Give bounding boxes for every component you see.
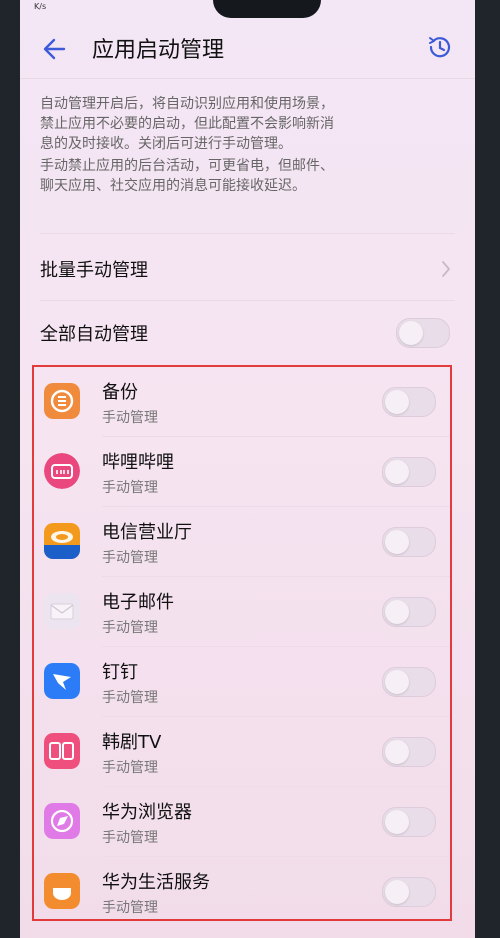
app-name: 华为浏览器 [102, 802, 192, 823]
app-row-huawei-browser: 华为浏览器 手动管理 [34, 787, 450, 857]
chevron-right-icon [442, 261, 450, 277]
app-status: 手动管理 [102, 550, 158, 566]
toggle-knob [385, 740, 409, 764]
divider [40, 233, 455, 234]
toggle-knob [385, 810, 409, 834]
huawei-browser-icon [44, 803, 80, 839]
back-button[interactable] [38, 34, 72, 64]
email-icon [44, 593, 80, 629]
app-status: 手动管理 [102, 620, 158, 636]
toggle-knob [385, 600, 409, 624]
toggle-knob [385, 460, 409, 484]
app-status: 手动管理 [102, 480, 158, 496]
app-row-telecom: 电信营业厅 手动管理 [34, 507, 450, 577]
app-name: 电子邮件 [102, 592, 174, 613]
app-row-hanjutv: 韩剧TV 手动管理 [34, 717, 450, 787]
page-title: 应用启动管理 [92, 38, 225, 63]
app-toggle-huawei-browser[interactable] [382, 807, 436, 837]
toggle-knob [385, 530, 409, 554]
app-row-bilibili: 哔哩哔哩 手动管理 [34, 437, 450, 507]
app-name: 电信营业厅 [102, 522, 192, 543]
huawei-life-icon [44, 873, 80, 909]
app-status: 手动管理 [102, 410, 158, 426]
app-toggle-backup[interactable] [382, 387, 436, 417]
app-toggle-huawei-life[interactable] [382, 877, 436, 907]
auto-manage-all-label: 全部自动管理 [40, 324, 148, 345]
history-clock-icon [429, 37, 451, 58]
screen: K/s 应用启动管理 自动管理开启后，将自动识别应用和使用场景， 禁止应用不必要… [20, 0, 475, 938]
phone-frame: K/s 应用启动管理 自动管理开启后，将自动识别应用和使用场景， 禁止应用不必要… [0, 0, 500, 938]
app-toggle-hanjutv[interactable] [382, 737, 436, 767]
dingtalk-icon [44, 663, 80, 699]
app-toggle-dingtalk[interactable] [382, 667, 436, 697]
toggle-knob [385, 880, 409, 904]
app-status: 手动管理 [102, 690, 158, 706]
telecom-icon [44, 523, 80, 559]
app-toggle-bilibili[interactable] [382, 457, 436, 487]
app-row-huawei-life: 华为生活服务 手动管理 [34, 857, 450, 919]
hanjutv-icon [44, 733, 80, 769]
app-name: 哔哩哔哩 [102, 452, 174, 473]
app-header: 应用启动管理 [20, 22, 475, 79]
toggle-knob [385, 390, 409, 414]
app-status: 手动管理 [102, 900, 158, 916]
app-name: 备份 [102, 382, 138, 403]
batch-manual-manage-label: 批量手动管理 [40, 260, 148, 281]
batch-manual-manage-row[interactable]: 批量手动管理 [20, 238, 475, 300]
app-row-dingtalk: 钉钉 手动管理 [34, 647, 450, 717]
description-line: 自动管理开启后，将自动识别应用和使用场景， [40, 96, 334, 112]
app-status: 手动管理 [102, 760, 158, 776]
app-row-backup: 备份 手动管理 [34, 367, 450, 437]
back-arrow-icon [43, 38, 66, 60]
description-line: 手动禁止应用的后台活动，可更省电，但邮件、 [40, 158, 334, 174]
app-row-email: 电子邮件 手动管理 [34, 577, 450, 647]
auto-manage-all-toggle[interactable] [396, 318, 450, 348]
app-status: 手动管理 [102, 830, 158, 846]
auto-manage-all-row: 全部自动管理 [20, 302, 475, 364]
network-speed: K/s [34, 2, 47, 11]
camera-notch [213, 0, 321, 18]
history-button[interactable] [425, 32, 455, 62]
description-text: 自动管理开启后，将自动识别应用和使用场景， 禁止应用不必要的启动，但此配置不会影… [40, 94, 460, 196]
description-line: 禁止应用不必要的启动，但此配置不会影响新消 [40, 116, 334, 132]
description-line: 聊天应用、社交应用的消息可能接收延迟。 [40, 178, 306, 194]
toggle-knob [399, 321, 423, 345]
divider [40, 300, 455, 301]
backup-icon [44, 383, 80, 419]
bilibili-icon [44, 453, 80, 489]
app-name: 韩剧TV [102, 732, 162, 753]
app-name: 华为生活服务 [102, 872, 210, 893]
toggle-knob [385, 670, 409, 694]
app-list: 备份 手动管理 哔哩哔哩 手动管理 电信营业厅 手动管理 电子邮件 手动管理 钉… [32, 365, 452, 921]
app-toggle-telecom[interactable] [382, 527, 436, 557]
description-line: 息的及时接收。关闭后可进行手动管理。 [40, 136, 292, 152]
app-toggle-email[interactable] [382, 597, 436, 627]
app-name: 钉钉 [102, 662, 138, 683]
